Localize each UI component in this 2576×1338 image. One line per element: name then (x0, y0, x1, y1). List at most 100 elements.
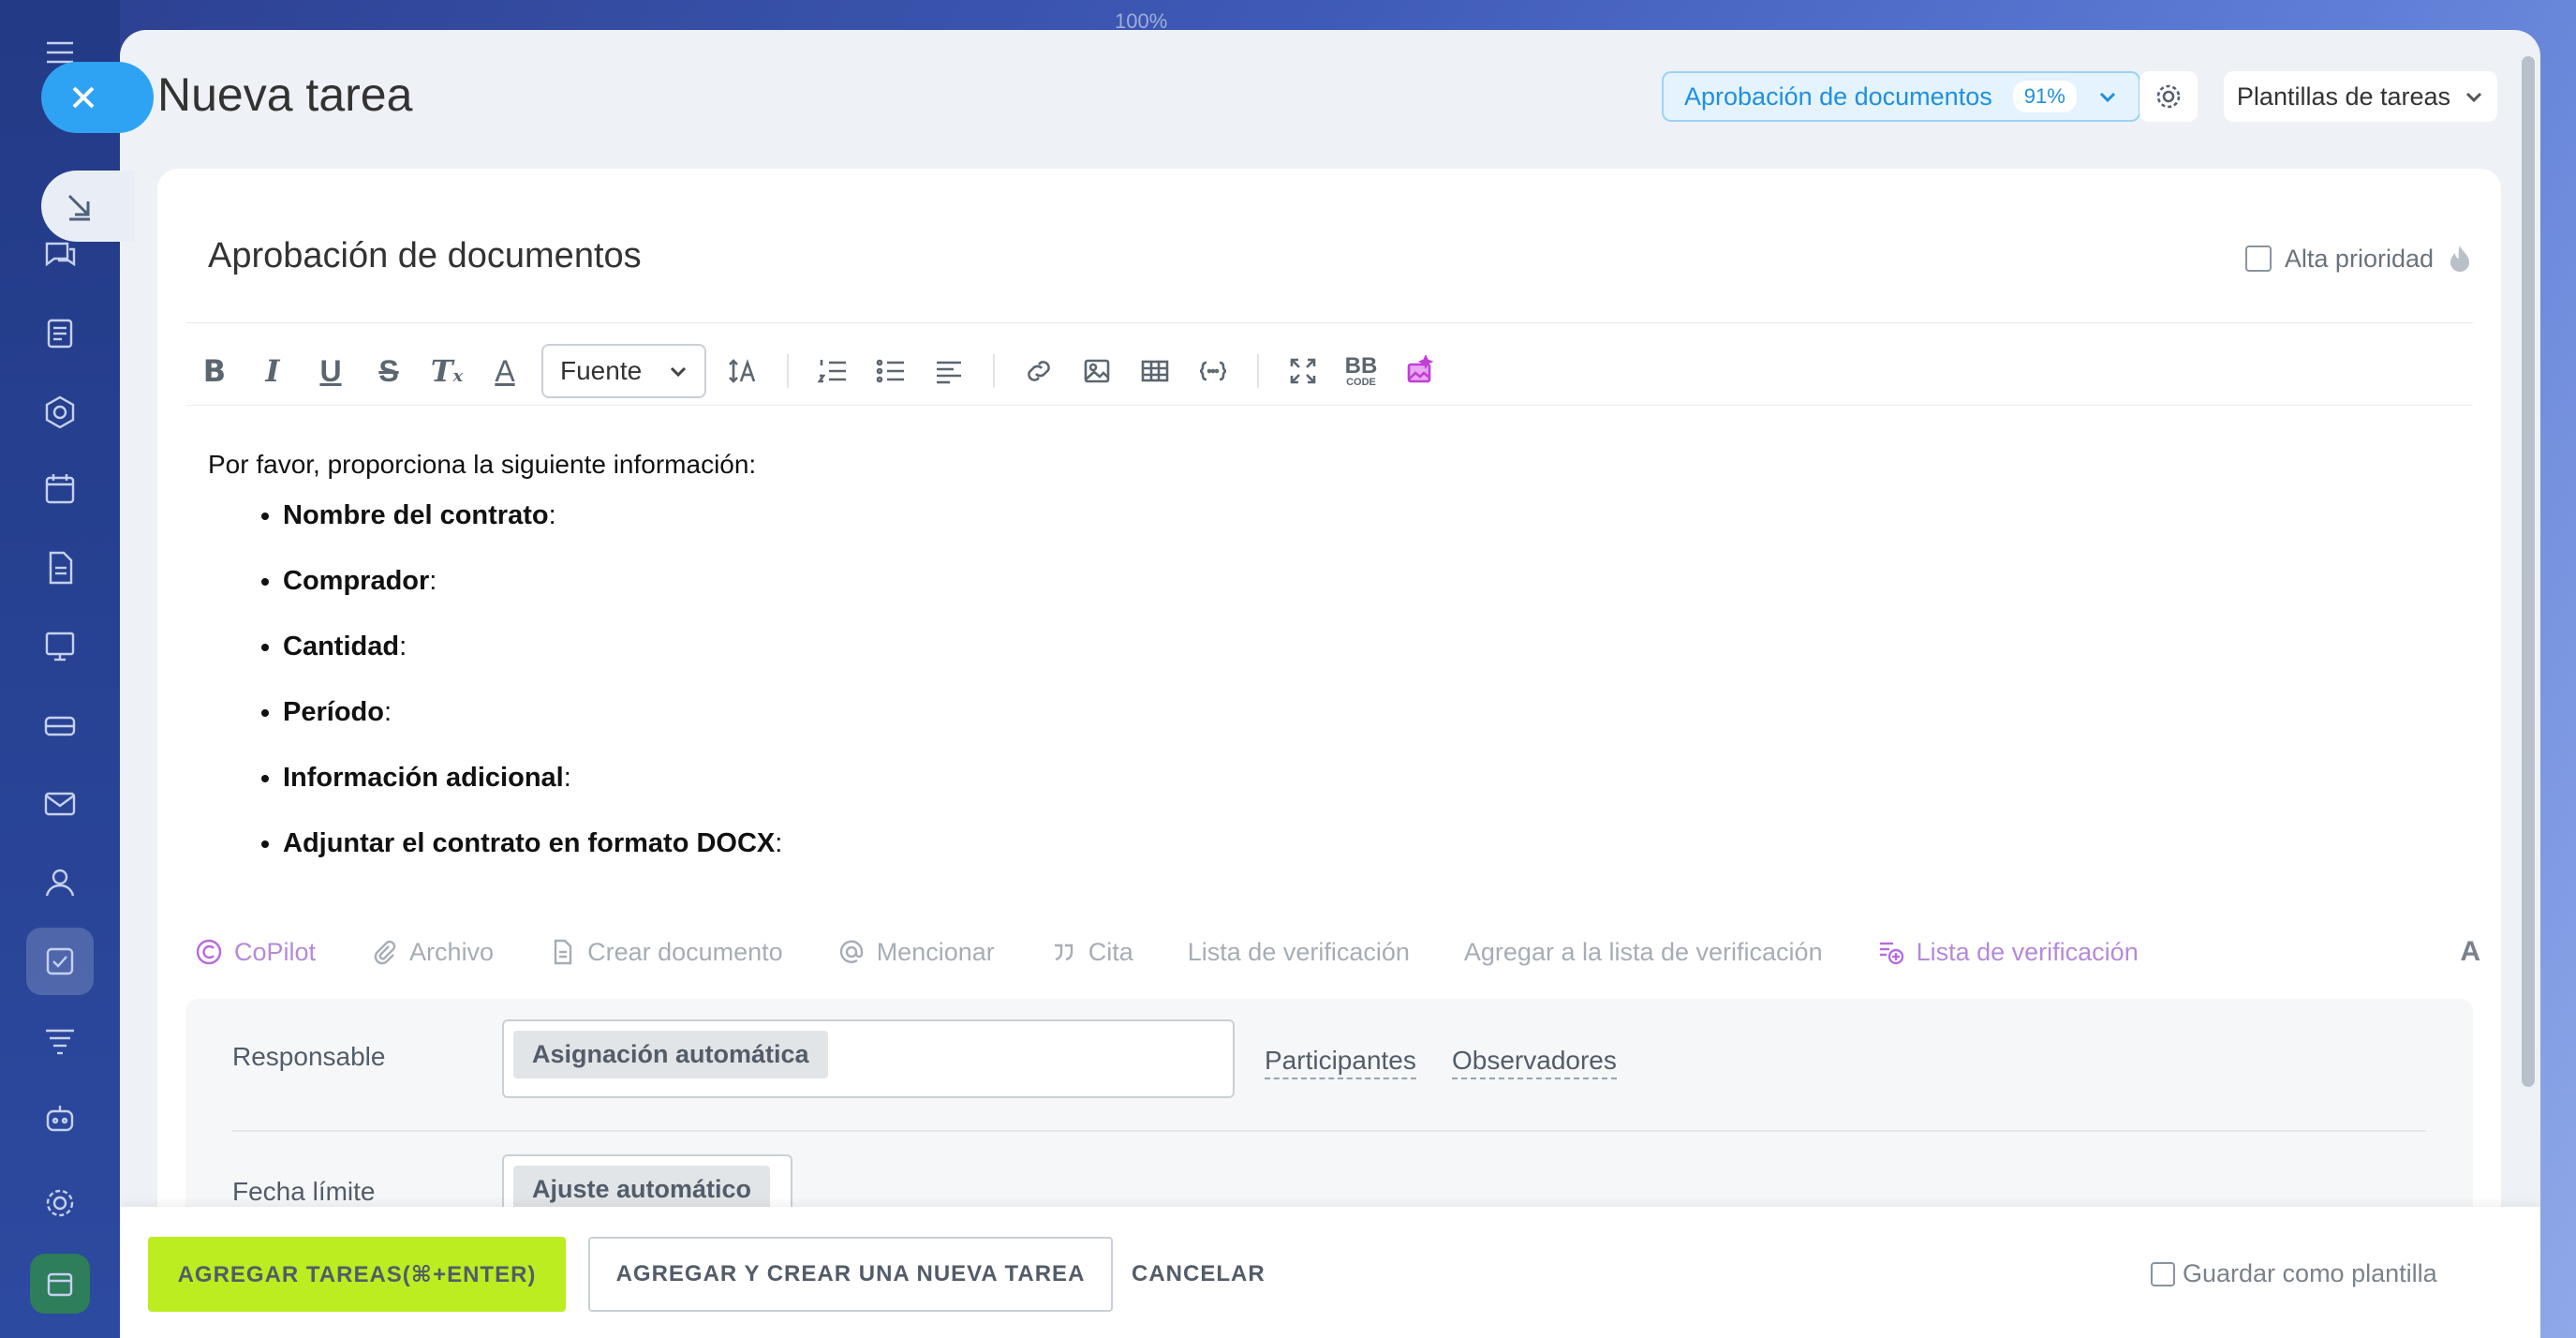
divider (185, 322, 2473, 323)
tasks-icon[interactable] (26, 928, 94, 995)
observers-link[interactable]: Observadores (1452, 1046, 1617, 1079)
contacts-icon[interactable] (26, 849, 94, 916)
description-list: Nombre del contrato: Comprador: Cantidad… (208, 500, 782, 859)
bbcode-icon: BB (1344, 352, 1378, 379)
checklist-label: Lista de verificación (1187, 937, 1410, 966)
format-toggle-button[interactable]: A (2460, 936, 2480, 968)
list-item-suffix: : (548, 500, 556, 530)
save-as-template-checkbox[interactable] (2151, 1261, 2175, 1286)
mail-icon[interactable] (26, 770, 94, 838)
marketplace-icon[interactable] (30, 1254, 90, 1314)
list-item: Comprador: (283, 566, 782, 597)
task-title-input[interactable]: Aprobación de documentos (208, 236, 642, 276)
add-to-checklist-label: Agregar a la lista de verificación (1463, 937, 1823, 966)
collapse-button[interactable] (41, 171, 135, 242)
format-icon: A (2460, 936, 2480, 967)
add-to-checklist-button[interactable]: Agregar a la lista de verificación (1464, 938, 1823, 967)
align-button[interactable] (920, 342, 978, 400)
code-button[interactable] (1184, 342, 1242, 400)
create-document-button[interactable]: Crear documento (548, 938, 783, 967)
toolbar-divider (993, 354, 995, 388)
high-priority-label: Alta prioridad (2284, 244, 2434, 273)
bullet-list-icon (876, 359, 904, 383)
text-color-button[interactable]: A (476, 342, 534, 400)
strikethrough-button[interactable]: S (360, 342, 418, 400)
table-button[interactable] (1126, 342, 1184, 400)
document-icon (554, 939, 572, 965)
font-size-button[interactable] (714, 342, 772, 400)
checklist-button[interactable]: Lista de verificación (1188, 938, 1410, 967)
quote-label: Cita (1088, 937, 1133, 966)
add-task-button[interactable]: AGREGAR TAREAS(⌘+ENTER) (148, 1237, 566, 1312)
responsible-label: Responsable (232, 1042, 386, 1071)
gear-icon (2156, 84, 2181, 109)
ai-image-button[interactable] (1390, 342, 1448, 400)
settings-button[interactable] (2139, 71, 2198, 122)
save-as-template-toggle[interactable]: Guardar como plantilla (2151, 1259, 2437, 1288)
list-item-suffix: : (429, 566, 437, 596)
italic-icon: I (265, 353, 280, 389)
mention-button[interactable]: Mencionar (837, 938, 995, 967)
scrollbar[interactable] (2522, 56, 2535, 1087)
link-button[interactable] (1010, 342, 1068, 400)
image-icon (1084, 359, 1110, 383)
bbcode-button[interactable]: BB CODE (1332, 342, 1390, 400)
list-item: Nombre del contrato: (283, 500, 782, 531)
quote-button[interactable]: Cita (1049, 938, 1133, 967)
fullscreen-icon (1290, 358, 1316, 384)
minimize-arrow-icon (67, 194, 90, 221)
task-form-card: Aprobación de documentos Alta prioridad … (157, 169, 2501, 1338)
toolbar-divider (1257, 354, 1259, 388)
list-item-label: Adjuntar el contrato en formato DOCX (283, 828, 776, 858)
template-flow-selector[interactable]: Aprobación de documentos 91% (1662, 71, 2140, 122)
editor-actions-bar: CoPilot Archivo Crear documento Menciona… (195, 928, 2480, 976)
copilot-label: CoPilot (234, 937, 317, 966)
list-item: Adjuntar el contrato en formato DOCX: (283, 828, 782, 859)
numbered-list-button[interactable] (804, 342, 862, 400)
list-item-label: Período (283, 697, 384, 727)
presentation-icon[interactable] (26, 613, 94, 680)
file-button[interactable]: Archivo (370, 938, 494, 967)
bold-icon: B (202, 353, 227, 389)
clear-format-button[interactable]: Tx (418, 342, 476, 400)
high-priority-checkbox[interactable] (2244, 245, 2272, 272)
hexagon-icon[interactable] (26, 379, 94, 446)
list-item-label: Nombre del contrato (283, 500, 549, 530)
bold-button[interactable]: B (185, 342, 244, 400)
bullet-list-button[interactable] (862, 342, 920, 400)
document-icon[interactable] (26, 534, 94, 602)
italic-button[interactable]: I (244, 342, 302, 400)
description-editor[interactable]: Por favor, proporciona la siguiente info… (208, 450, 782, 894)
calendar-icon[interactable] (26, 455, 94, 523)
add-and-create-button[interactable]: AGREGAR Y CREAR UNA NUEVA TAREA (588, 1237, 1113, 1312)
cancel-button[interactable]: CANCELAR (1132, 1237, 1266, 1312)
copilot-button[interactable]: CoPilot (195, 938, 316, 967)
task-templates-button[interactable]: Plantillas de tareas (2224, 71, 2497, 122)
robot-icon[interactable] (26, 1085, 94, 1152)
paperclip-icon (374, 940, 396, 965)
bbcode-sub-label: CODE (1346, 376, 1376, 388)
at-icon (839, 940, 863, 963)
responsible-field[interactable]: Asignación automática (502, 1019, 1235, 1098)
high-priority-toggle[interactable]: Alta prioridad (2244, 244, 2473, 274)
feed-icon[interactable] (26, 300, 94, 367)
chevron-down-icon (2099, 92, 2115, 103)
close-button[interactable] (41, 62, 154, 133)
new-checklist-button[interactable]: Lista de verificación (1877, 938, 2139, 967)
divider (185, 405, 2473, 406)
clear-format-icon: Tx (430, 353, 464, 389)
strikethrough-icon: S (378, 353, 399, 388)
image-button[interactable] (1068, 342, 1126, 400)
template-flow-percent: 91% (2012, 81, 2077, 112)
underline-button[interactable]: U (302, 342, 360, 400)
drive-icon[interactable] (26, 691, 94, 759)
funnel-icon[interactable] (26, 1006, 94, 1074)
numbered-list-icon (817, 360, 846, 383)
list-item: Cantidad: (283, 632, 782, 662)
settings-icon[interactable] (26, 1169, 94, 1237)
responsible-chip[interactable]: Asignación automática (513, 1031, 828, 1078)
chevron-down-icon (2466, 92, 2482, 103)
participants-link[interactable]: Participantes (1265, 1046, 1416, 1079)
font-select[interactable]: Fuente (541, 344, 706, 398)
fullscreen-button[interactable] (1274, 342, 1332, 400)
